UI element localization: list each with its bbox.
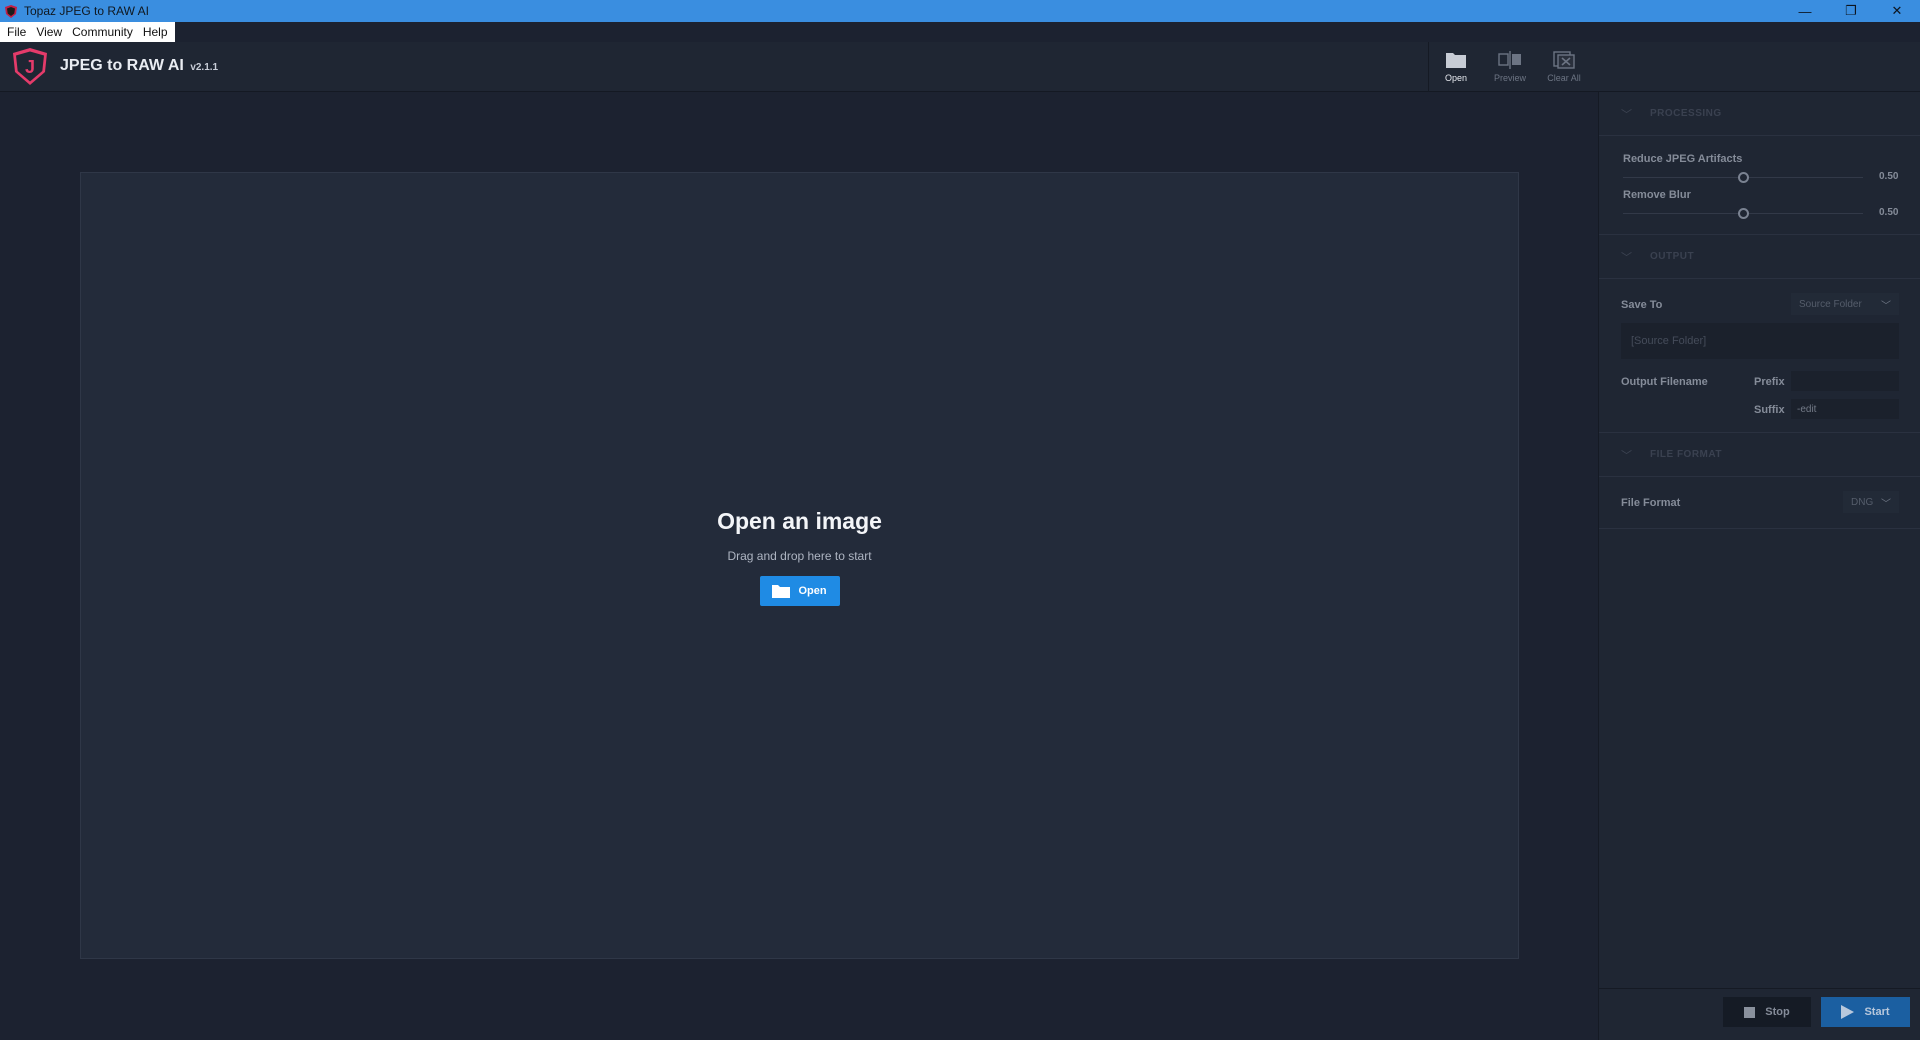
suffix-input[interactable]: -edit	[1791, 399, 1899, 419]
output-heading: OUTPUT	[1650, 251, 1695, 262]
remove-blur-label: Remove Blur	[1623, 189, 1691, 201]
topaz-logo-icon: J	[10, 47, 50, 87]
output-section-header[interactable]: ﹀ OUTPUT	[1599, 235, 1920, 279]
start-button[interactable]: Start	[1821, 997, 1910, 1027]
output-path-placeholder: [Source Folder]	[1631, 335, 1707, 347]
minimize-button[interactable]: —	[1782, 0, 1828, 22]
save-to-label: Save To	[1621, 299, 1663, 311]
window-title: Topaz JPEG to RAW AI	[24, 4, 149, 18]
reduce-artifacts-label: Reduce JPEG Artifacts	[1623, 153, 1743, 165]
file-format-section-header[interactable]: ﹀ FILE FORMAT	[1599, 433, 1920, 477]
menu-bar: File View Community Help	[0, 22, 175, 42]
file-format-value: DNG	[1851, 496, 1874, 508]
stop-icon	[1744, 1006, 1756, 1018]
window-titlebar: Topaz JPEG to RAW AI — ❐ ✕	[0, 0, 1920, 22]
brand-version: v2.1.1	[190, 62, 219, 73]
file-format-heading: FILE FORMAT	[1650, 449, 1722, 460]
folder-icon	[1446, 53, 1466, 68]
start-label: Start	[1864, 1006, 1890, 1018]
folder-icon	[772, 585, 791, 598]
chevron-down-icon: ﹀	[1881, 300, 1891, 312]
toolbar-clear-all-label: Clear All	[1547, 73, 1581, 83]
clear-all-icon	[1553, 51, 1575, 69]
brand-name: JPEG to RAW AI	[60, 57, 184, 74]
chevron-down-icon: ﹀	[1621, 449, 1632, 462]
save-to-value: Source Folder	[1799, 298, 1862, 310]
menu-file[interactable]: File	[2, 22, 31, 42]
save-to-dropdown[interactable]: Source Folder ﹀	[1791, 293, 1899, 315]
play-icon	[1841, 1005, 1855, 1019]
chevron-down-icon: ﹀	[1621, 108, 1632, 121]
split-view-icon	[1498, 51, 1521, 69]
dropzone-content: Open an image Drag and drop here to star…	[81, 508, 1518, 606]
toolbar-open-button[interactable]: Open	[1429, 42, 1483, 92]
image-dropzone[interactable]: Open an image Drag and drop here to star…	[80, 172, 1519, 959]
restore-button[interactable]: ❐	[1828, 0, 1874, 22]
processing-heading: PROCESSING	[1650, 108, 1722, 119]
action-bar: Stop Start	[1599, 988, 1920, 1040]
open-image-label: Open	[798, 585, 827, 597]
settings-panel: ﹀ PROCESSING Reduce JPEG Artifacts 0.50 …	[1598, 92, 1920, 1040]
toolbar-preview-label: Preview	[1493, 73, 1526, 83]
suffix-label: Suffix	[1754, 404, 1785, 416]
toolbar-preview-button[interactable]: Preview	[1483, 42, 1537, 92]
dropzone-title: Open an image	[717, 508, 882, 534]
remove-blur-slider-thumb[interactable]	[1738, 208, 1749, 219]
menu-help[interactable]: Help	[138, 22, 173, 42]
close-button[interactable]: ✕	[1874, 0, 1920, 22]
output-path-field[interactable]: [Source Folder]	[1621, 323, 1899, 359]
menu-community[interactable]: Community	[67, 22, 138, 42]
panel-divider	[1599, 528, 1920, 529]
toolbar-clear-all-button[interactable]: Clear All	[1537, 42, 1591, 92]
stop-label: Stop	[1765, 1006, 1790, 1018]
chevron-down-icon: ﹀	[1881, 498, 1891, 510]
window-controls: — ❐ ✕	[1782, 0, 1920, 22]
prefix-input[interactable]	[1791, 371, 1899, 391]
app-header: J JPEG to RAW AI v2.1.1 Open Preview Cle…	[0, 42, 1920, 92]
file-format-dropdown[interactable]: DNG ﹀	[1843, 491, 1899, 513]
prefix-label: Prefix	[1754, 376, 1785, 388]
app-shield-icon	[4, 4, 18, 18]
chevron-down-icon: ﹀	[1621, 251, 1632, 264]
app-brand: JPEG to RAW AI v2.1.1	[60, 57, 218, 75]
dropzone-subtitle: Drag and drop here to start	[727, 549, 872, 563]
menu-view[interactable]: View	[31, 22, 67, 42]
output-filename-label: Output Filename	[1621, 376, 1708, 388]
processing-section-header[interactable]: ﹀ PROCESSING	[1599, 92, 1920, 136]
remove-blur-value: 0.50	[1879, 207, 1899, 218]
reduce-artifacts-value: 0.50	[1879, 171, 1899, 182]
toolbar-open-label: Open	[1444, 73, 1468, 83]
reduce-artifacts-slider-thumb[interactable]	[1738, 172, 1749, 183]
logo-letter: J	[25, 57, 35, 77]
file-format-label: File Format	[1621, 497, 1681, 509]
main-toolbar: Open Preview Clear All	[1428, 42, 1591, 92]
workspace: Open an image Drag and drop here to star…	[0, 92, 1598, 1040]
open-image-button[interactable]: Open	[759, 576, 840, 606]
stop-button[interactable]: Stop	[1723, 997, 1811, 1027]
